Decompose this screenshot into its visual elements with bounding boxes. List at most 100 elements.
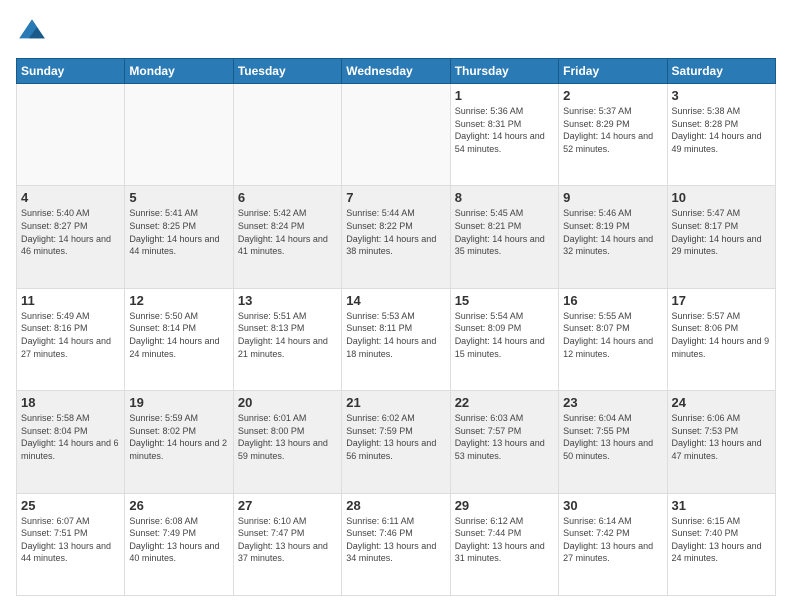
date-number: 23 [563,395,662,410]
cal-cell: 25Sunrise: 6:07 AM Sunset: 7:51 PM Dayli… [17,493,125,595]
cal-cell: 3 Sunrise: 5:38 AM Sunset: 8:28 PM Daylig… [667,84,775,186]
cell-info: Sunrise: 5:45 AM Sunset: 8:21 PM Dayligh… [455,207,554,257]
cal-cell: 16Sunrise: 5:55 AM Sunset: 8:07 PM Dayli… [559,288,667,390]
date-number: 6 [238,190,337,205]
cal-cell: 1Sunrise: 5:36 AM Sunset: 8:31 PM Daylig… [450,84,558,186]
date-number: 5 [129,190,228,205]
cell-info: Sunrise: 5:42 AM Sunset: 8:24 PM Dayligh… [238,207,337,257]
cal-cell: 5Sunrise: 5:41 AM Sunset: 8:25 PM Daylig… [125,186,233,288]
logo [16,16,52,48]
cell-info: Sunrise: 5:58 AM Sunset: 8:04 PM Dayligh… [21,412,120,462]
week-row-3: 18Sunrise: 5:58 AM Sunset: 8:04 PM Dayli… [17,391,776,493]
day-header-tuesday: Tuesday [233,59,341,84]
cell-info: Sunrise: 5:37 AM Sunset: 8:29 PM Dayligh… [563,105,662,155]
cal-cell: 10 Sunrise: 5:47 AM Sunset: 8:17 PM Dayli… [667,186,775,288]
cell-info: Sunrise: 5:57 AM Sunset: 8:06 PM Dayligh… [672,310,771,360]
cal-cell: 7 Sunrise: 5:44 AM Sunset: 8:22 PM Daylig… [342,186,450,288]
date-number: 1 [455,88,554,103]
cell-info: Sunrise: 5:50 AM Sunset: 8:14 PM Dayligh… [129,310,228,360]
cell-info: Sunrise: 6:15 AM Sunset: 7:40 PM Dayligh… [672,515,771,565]
cal-cell: 24Sunrise: 6:06 AM Sunset: 7:53 PM Dayli… [667,391,775,493]
cell-info: Sunrise: 5:55 AM Sunset: 8:07 PM Dayligh… [563,310,662,360]
cal-cell: 14Sunrise: 5:53 AM Sunset: 8:11 PM Dayli… [342,288,450,390]
date-number: 27 [238,498,337,513]
date-number: 22 [455,395,554,410]
cal-cell: 19 Sunrise: 5:59 AM Sunset: 8:02 PM Dayli… [125,391,233,493]
cell-info: Sunrise: 5:47 AM Sunset: 8:17 PM Dayligh… [672,207,771,257]
cal-cell: 23 Sunrise: 6:04 AM Sunset: 7:55 PM Dayli… [559,391,667,493]
calendar-header-row: SundayMondayTuesdayWednesdayThursdayFrid… [17,59,776,84]
cal-cell [342,84,450,186]
date-number: 30 [563,498,662,513]
cell-info: Sunrise: 5:44 AM Sunset: 8:22 PM Dayligh… [346,207,445,257]
cell-info: Sunrise: 5:54 AM Sunset: 8:09 PM Dayligh… [455,310,554,360]
cal-cell: 8 Sunrise: 5:45 AM Sunset: 8:21 PM Daylig… [450,186,558,288]
calendar-table: SundayMondayTuesdayWednesdayThursdayFrid… [16,58,776,596]
date-number: 24 [672,395,771,410]
cal-cell: 20 Sunrise: 6:01 AM Sunset: 8:00 PM Dayli… [233,391,341,493]
cal-cell: 9 Sunrise: 5:46 AM Sunset: 8:19 PM Daylig… [559,186,667,288]
cell-info: Sunrise: 6:04 AM Sunset: 7:55 PM Dayligh… [563,412,662,462]
cell-info: Sunrise: 6:03 AM Sunset: 7:57 PM Dayligh… [455,412,554,462]
date-number: 4 [21,190,120,205]
date-number: 31 [672,498,771,513]
date-number: 21 [346,395,445,410]
week-row-0: 1Sunrise: 5:36 AM Sunset: 8:31 PM Daylig… [17,84,776,186]
week-row-1: 4 Sunrise: 5:40 AM Sunset: 8:27 PM Daylig… [17,186,776,288]
cal-cell: 18Sunrise: 5:58 AM Sunset: 8:04 PM Dayli… [17,391,125,493]
logo-icon [16,16,48,48]
date-number: 15 [455,293,554,308]
date-number: 20 [238,395,337,410]
date-number: 11 [21,293,120,308]
cal-cell: 13Sunrise: 5:51 AM Sunset: 8:13 PM Dayli… [233,288,341,390]
date-number: 7 [346,190,445,205]
date-number: 19 [129,395,228,410]
cell-info: Sunrise: 5:53 AM Sunset: 8:11 PM Dayligh… [346,310,445,360]
cell-info: Sunrise: 5:46 AM Sunset: 8:19 PM Dayligh… [563,207,662,257]
week-row-2: 11Sunrise: 5:49 AM Sunset: 8:16 PM Dayli… [17,288,776,390]
day-header-wednesday: Wednesday [342,59,450,84]
date-number: 10 [672,190,771,205]
cal-cell: 27 Sunrise: 6:10 AM Sunset: 7:47 PM Dayli… [233,493,341,595]
cal-cell: 6 Sunrise: 5:42 AM Sunset: 8:24 PM Daylig… [233,186,341,288]
day-header-saturday: Saturday [667,59,775,84]
day-header-monday: Monday [125,59,233,84]
date-number: 9 [563,190,662,205]
cell-info: Sunrise: 6:14 AM Sunset: 7:42 PM Dayligh… [563,515,662,565]
cal-cell: 26 Sunrise: 6:08 AM Sunset: 7:49 PM Dayli… [125,493,233,595]
date-number: 8 [455,190,554,205]
page: SundayMondayTuesdayWednesdayThursdayFrid… [0,0,792,612]
day-header-thursday: Thursday [450,59,558,84]
date-number: 25 [21,498,120,513]
day-header-friday: Friday [559,59,667,84]
cal-cell: 31 Sunrise: 6:15 AM Sunset: 7:40 PM Dayli… [667,493,775,595]
date-number: 26 [129,498,228,513]
cell-info: Sunrise: 6:11 AM Sunset: 7:46 PM Dayligh… [346,515,445,565]
cal-cell [233,84,341,186]
week-row-4: 25Sunrise: 6:07 AM Sunset: 7:51 PM Dayli… [17,493,776,595]
date-number: 3 [672,88,771,103]
cell-info: Sunrise: 5:40 AM Sunset: 8:27 PM Dayligh… [21,207,120,257]
cal-cell: 15 Sunrise: 5:54 AM Sunset: 8:09 PM Dayli… [450,288,558,390]
cell-info: Sunrise: 6:10 AM Sunset: 7:47 PM Dayligh… [238,515,337,565]
cal-cell: 2 Sunrise: 5:37 AM Sunset: 8:29 PM Daylig… [559,84,667,186]
calendar-body: 1Sunrise: 5:36 AM Sunset: 8:31 PM Daylig… [17,84,776,596]
date-number: 28 [346,498,445,513]
cal-cell [17,84,125,186]
date-number: 29 [455,498,554,513]
cell-info: Sunrise: 6:12 AM Sunset: 7:44 PM Dayligh… [455,515,554,565]
header [16,16,776,48]
cell-info: Sunrise: 6:01 AM Sunset: 8:00 PM Dayligh… [238,412,337,462]
cal-cell: 12 Sunrise: 5:50 AM Sunset: 8:14 PM Dayli… [125,288,233,390]
cell-info: Sunrise: 5:38 AM Sunset: 8:28 PM Dayligh… [672,105,771,155]
cell-info: Sunrise: 6:02 AM Sunset: 7:59 PM Dayligh… [346,412,445,462]
date-number: 2 [563,88,662,103]
cell-info: Sunrise: 6:08 AM Sunset: 7:49 PM Dayligh… [129,515,228,565]
cal-cell: 17Sunrise: 5:57 AM Sunset: 8:06 PM Dayli… [667,288,775,390]
date-number: 12 [129,293,228,308]
cal-cell: 4 Sunrise: 5:40 AM Sunset: 8:27 PM Daylig… [17,186,125,288]
cal-cell: 30 Sunrise: 6:14 AM Sunset: 7:42 PM Dayli… [559,493,667,595]
cal-cell: 21 Sunrise: 6:02 AM Sunset: 7:59 PM Dayli… [342,391,450,493]
cal-cell: 22 Sunrise: 6:03 AM Sunset: 7:57 PM Dayli… [450,391,558,493]
cell-info: Sunrise: 5:59 AM Sunset: 8:02 PM Dayligh… [129,412,228,462]
